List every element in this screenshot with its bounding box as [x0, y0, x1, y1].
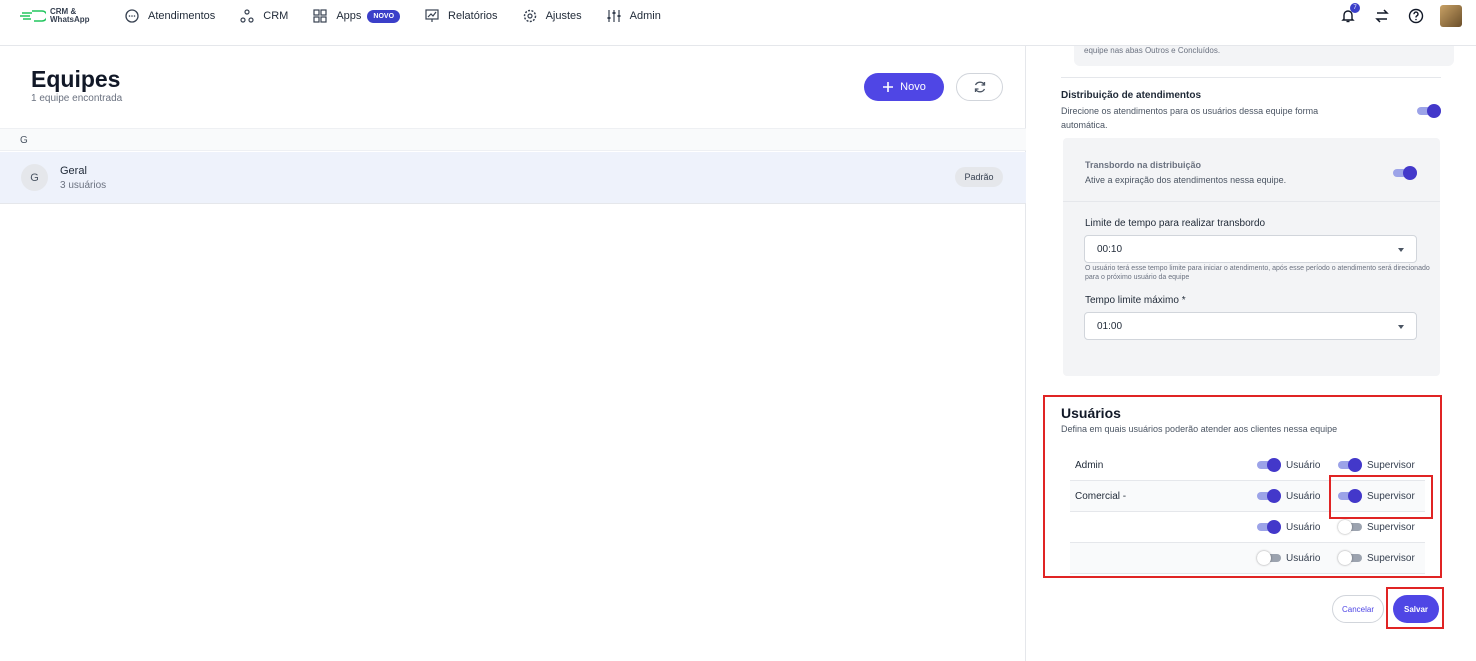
save-button[interactable]: Salvar — [1393, 595, 1439, 623]
group-header: G — [0, 128, 1026, 151]
nodes-icon — [240, 9, 254, 23]
distribution-title: Distribuição de atendimentos — [1061, 90, 1202, 101]
supervisor-toggle[interactable] — [1338, 520, 1362, 534]
user-row: Usuário Supervisor — [1070, 543, 1425, 574]
nav-apps[interactable]: Apps NOVO — [312, 8, 401, 24]
nav-label: Admin — [629, 10, 661, 22]
sliders-icon — [607, 10, 621, 22]
user-label: Usuário — [1286, 552, 1321, 564]
gear-icon — [523, 9, 536, 23]
nav-label: Atendimentos — [148, 10, 216, 22]
chat-bubble-icon — [125, 9, 139, 23]
team-user-count: 3 usuários — [60, 180, 107, 191]
overflow-toggle[interactable] — [1393, 166, 1417, 180]
nav-ajustes[interactable]: Ajustes — [522, 8, 582, 24]
notification-count: 7 — [1350, 3, 1360, 13]
grid-icon — [313, 9, 327, 23]
nav-label: CRM — [263, 10, 289, 22]
page-subtitle: 1 equipe encontrada — [31, 93, 123, 104]
user-name: Admin — [1075, 460, 1104, 471]
time-limit-value: 00:10 — [1097, 244, 1123, 255]
time-limit-select[interactable]: 00:10 — [1084, 235, 1417, 263]
divider — [1061, 77, 1441, 78]
new-team-button[interactable]: Novo — [864, 73, 944, 101]
max-time-select[interactable]: 01:00 — [1084, 312, 1417, 340]
info-text: equipe nas abas Outros e Concluídos. — [1084, 46, 1221, 55]
team-edit-panel: equipe nas abas Outros e Concluídos. Dis… — [1027, 46, 1476, 661]
cancel-button[interactable]: Cancelar — [1332, 595, 1384, 623]
nav-crm[interactable]: CRM — [239, 8, 288, 24]
user-toggle[interactable] — [1257, 489, 1281, 503]
chevron-down-icon — [1398, 248, 1404, 252]
logo-icon — [20, 10, 46, 22]
max-time-label: Tempo limite máximo * — [1085, 295, 1186, 306]
swap-arrows-icon — [1375, 9, 1389, 23]
supervisor-toggle[interactable] — [1338, 458, 1362, 472]
user-name: Comercial - — [1075, 491, 1127, 502]
users-title: Usuários — [1061, 405, 1121, 421]
user-label: Usuário — [1286, 521, 1321, 533]
nav-label: Relatórios — [448, 10, 498, 22]
overflow-title: Transbordo na distribuição — [1085, 160, 1202, 170]
nav-label: Apps — [336, 10, 362, 22]
nav-admin[interactable]: Admin — [606, 8, 661, 24]
supervisor-label: Supervisor — [1367, 552, 1415, 564]
overflow-settings-box: Transbordo na distribuição Ative a expir… — [1063, 138, 1440, 376]
supervisor-toggle[interactable] — [1338, 551, 1362, 565]
overflow-desc: Ative a expiração dos atendimentos nessa… — [1085, 175, 1287, 185]
time-limit-hint: O usuário terá esse tempo limite para in… — [1085, 265, 1430, 281]
supervisor-label: Supervisor — [1367, 459, 1415, 471]
notifications-button[interactable]: 7 — [1338, 3, 1360, 26]
nav-atendimentos[interactable]: Atendimentos — [124, 8, 215, 24]
plus-icon — [883, 82, 894, 92]
top-navbar: CRM & WhatsApp Atendimentos CRM Apps NOV… — [0, 0, 1476, 46]
user-toggle[interactable] — [1257, 551, 1281, 565]
supervisor-label: Supervisor — [1367, 521, 1415, 533]
distribution-desc: Direcione os atendimentos para os usuári… — [1061, 106, 1319, 130]
new-team-label: Novo — [900, 81, 926, 93]
new-badge: NOVO — [367, 9, 401, 23]
info-box: equipe nas abas Outros e Concluídos. — [1074, 46, 1454, 66]
user-toggle[interactable] — [1257, 520, 1281, 534]
presentation-chart-icon — [425, 9, 439, 22]
page-title: Equipes — [31, 66, 121, 92]
team-row[interactable]: G Geral 3 usuários Padrão — [0, 152, 1026, 204]
refresh-icon — [974, 81, 985, 93]
divider — [1063, 201, 1440, 202]
switch-button[interactable] — [1372, 6, 1392, 26]
logo-line-2: WhatsApp — [50, 15, 90, 24]
users-desc: Defina em quais usuários poderão atender… — [1061, 424, 1338, 434]
nav-relatorios[interactable]: Relatórios — [424, 8, 498, 24]
user-label: Usuário — [1286, 459, 1321, 471]
help-button[interactable] — [1406, 6, 1426, 26]
max-time-value: 01:00 — [1097, 321, 1123, 332]
distribution-toggle[interactable] — [1417, 104, 1441, 118]
team-avatar: G — [21, 164, 48, 191]
chevron-down-icon — [1398, 325, 1404, 329]
main-nav: Atendimentos CRM Apps NOVO Relatórios Aj… — [124, 0, 685, 32]
time-limit-label: Limite de tempo para realizar transbordo — [1085, 218, 1266, 229]
user-label: Usuário — [1286, 490, 1321, 502]
user-avatar[interactable] — [1440, 5, 1462, 27]
supervisor-highlight — [1329, 475, 1433, 519]
user-toggle[interactable] — [1257, 458, 1281, 472]
help-circle-icon — [1408, 8, 1424, 24]
team-name: Geral — [60, 165, 87, 177]
teams-list-panel: Equipes 1 equipe encontrada Novo G G Ger… — [0, 46, 1026, 661]
refresh-button[interactable] — [956, 73, 1003, 101]
nav-label: Ajustes — [545, 10, 582, 22]
default-badge: Padrão — [955, 167, 1003, 187]
app-logo[interactable]: CRM & WhatsApp — [20, 8, 90, 24]
